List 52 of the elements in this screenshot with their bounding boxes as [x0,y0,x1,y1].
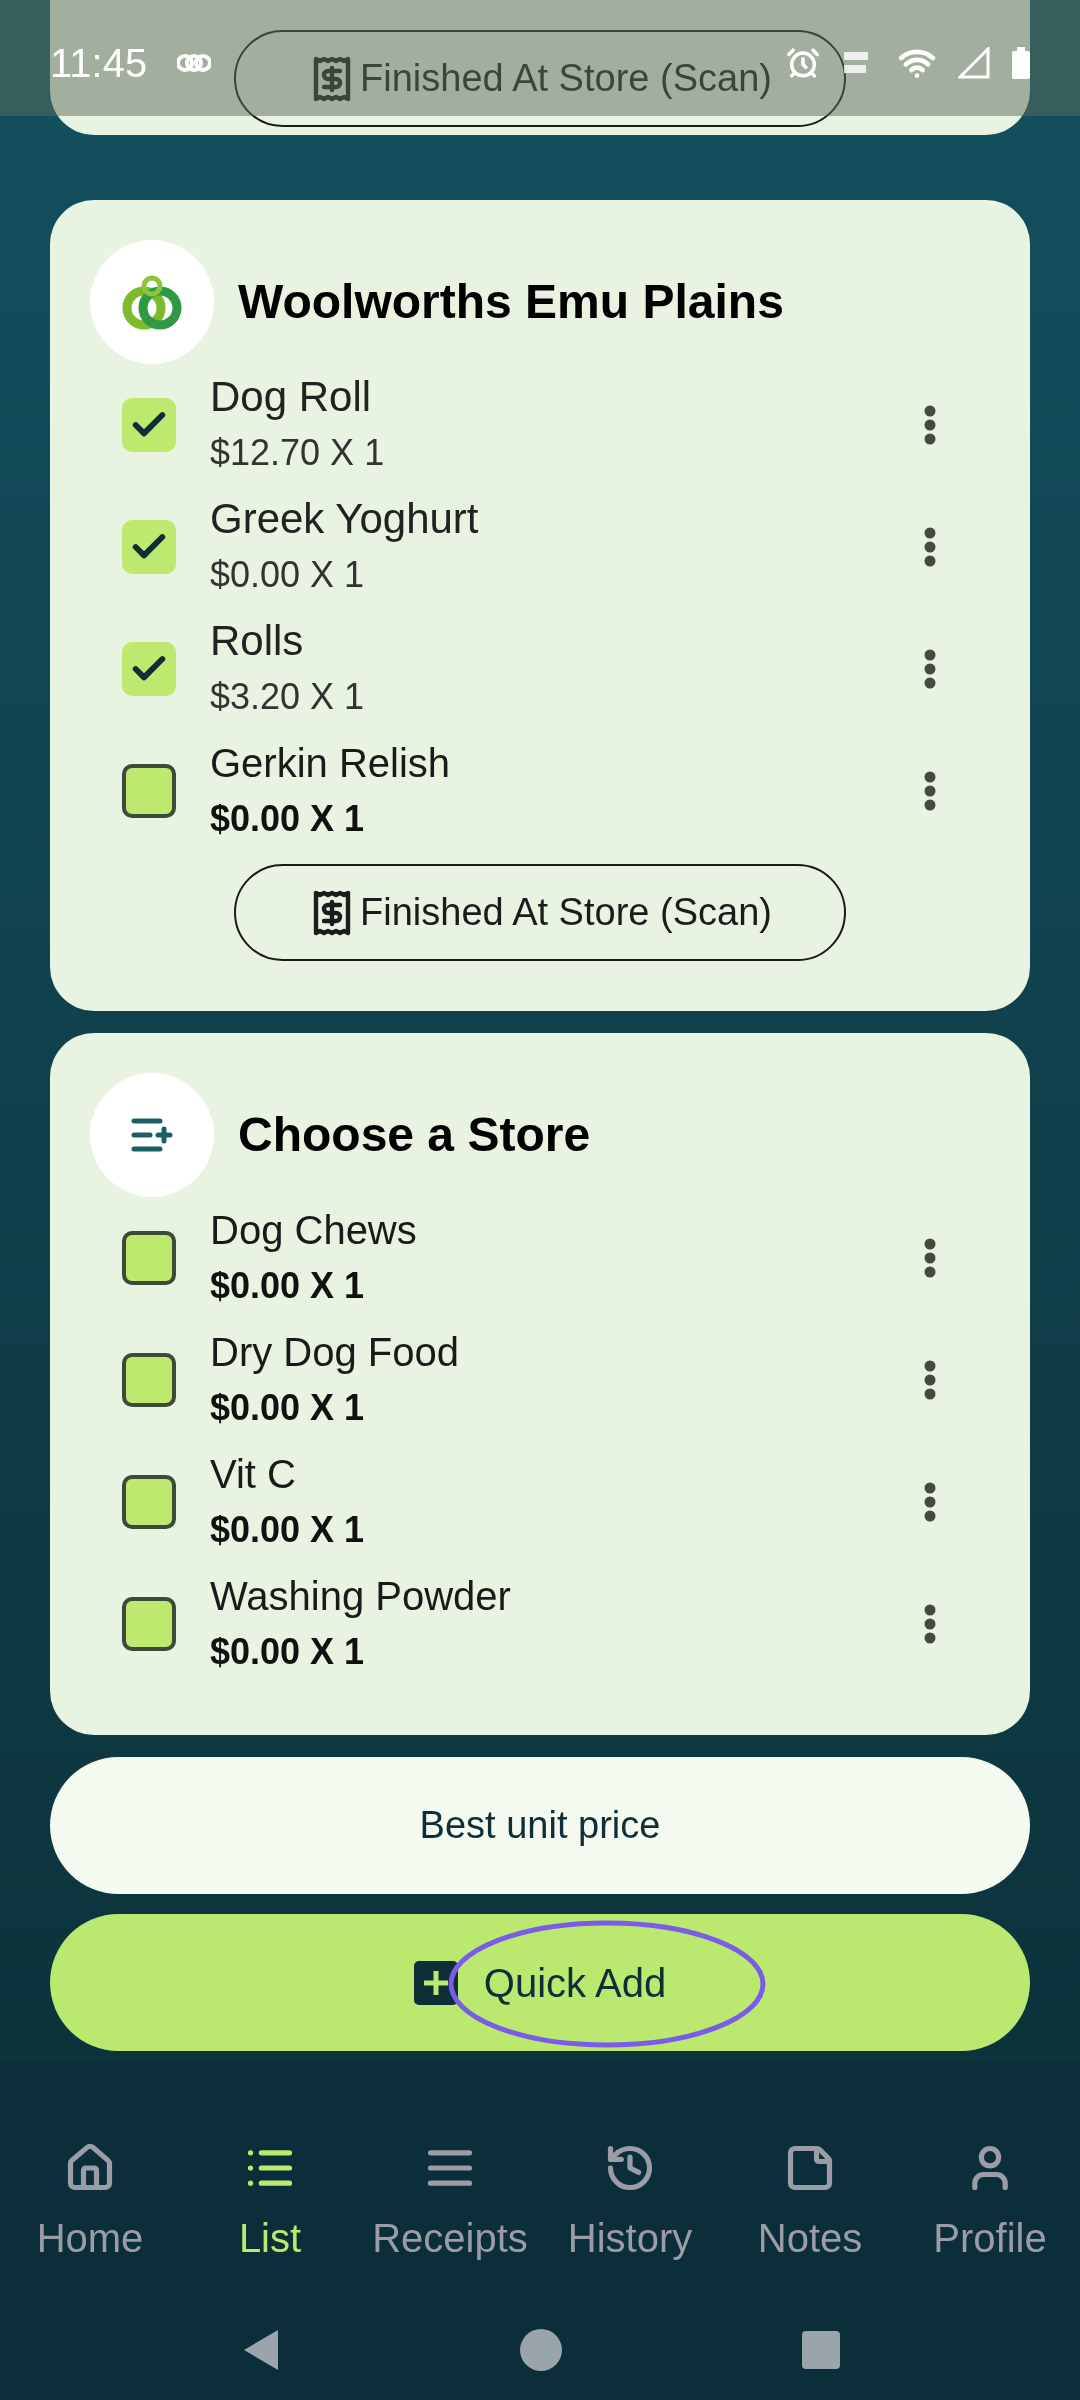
checkbox[interactable] [122,1353,176,1407]
item-name: Rolls [210,616,305,666]
alarm-icon [786,46,820,80]
finished-at-store-button[interactable]: Finished At Store (Scan) [234,30,846,127]
store-name: Woolworths Emu Plains [238,274,784,330]
more-icon [924,405,936,445]
nav-tab[interactable]: Receipts [360,2142,540,2268]
checkbox[interactable] [122,764,176,818]
item-price: $0.00 X 1 [210,797,366,841]
battery-icon [1012,47,1030,79]
item-name: Dog Roll [210,372,373,422]
more-icon [924,649,936,689]
item-price: $12.70 X 1 [210,431,386,475]
item-price: $0.00 X 1 [210,553,366,597]
store-name: Choose a Store [238,1107,591,1163]
checkbox[interactable] [122,1597,176,1651]
signal-icon [958,47,990,79]
item-price: $0.00 X 1 [210,1630,366,1674]
more-icon [924,527,936,567]
quick-add-button[interactable]: Quick Add [50,1914,1030,2051]
item-name: Dog Chews [210,1207,418,1254]
item-price: $0.00 X 1 [210,1508,366,1552]
item-price: $3.20 X 1 [210,675,366,719]
nav-tab[interactable]: Home [0,2142,180,2268]
checkbox[interactable] [122,1231,176,1285]
item-name: Washing Powder [210,1573,512,1620]
more-icon [924,1604,936,1644]
home-icon[interactable] [520,2329,562,2371]
nav-tab[interactable]: History [540,2142,720,2268]
nav-tab[interactable]: Profile [900,2142,1080,2268]
checkbox[interactable] [122,520,176,574]
item-name: Vit C [210,1451,297,1498]
nav-tab[interactable]: List [180,2142,360,2268]
status-time: 11:45 [50,40,148,87]
item-price: $0.00 X 1 [210,1264,366,1308]
finished-at-store-button[interactable]: Finished At Store (Scan) [234,864,846,961]
nav-tab[interactable]: Notes [720,2142,900,2268]
item-name: Gerkin Relish [210,740,452,787]
item-price: $0.00 X 1 [210,1386,366,1430]
item-name: Dry Dog Food [210,1329,460,1376]
best-unit-price-button[interactable]: Best unit price [50,1757,1030,1894]
more-icon [924,1482,936,1522]
checkbox[interactable] [122,642,176,696]
notification-icon [177,51,212,75]
checkbox[interactable] [122,1475,176,1529]
more-icon [924,1360,936,1400]
store-logo [122,274,182,330]
checkbox[interactable] [122,398,176,452]
more-icon [924,1238,936,1278]
item-name: Greek Yoghurt [210,494,480,544]
more-icon [924,771,936,811]
add-icon [413,1960,458,2005]
